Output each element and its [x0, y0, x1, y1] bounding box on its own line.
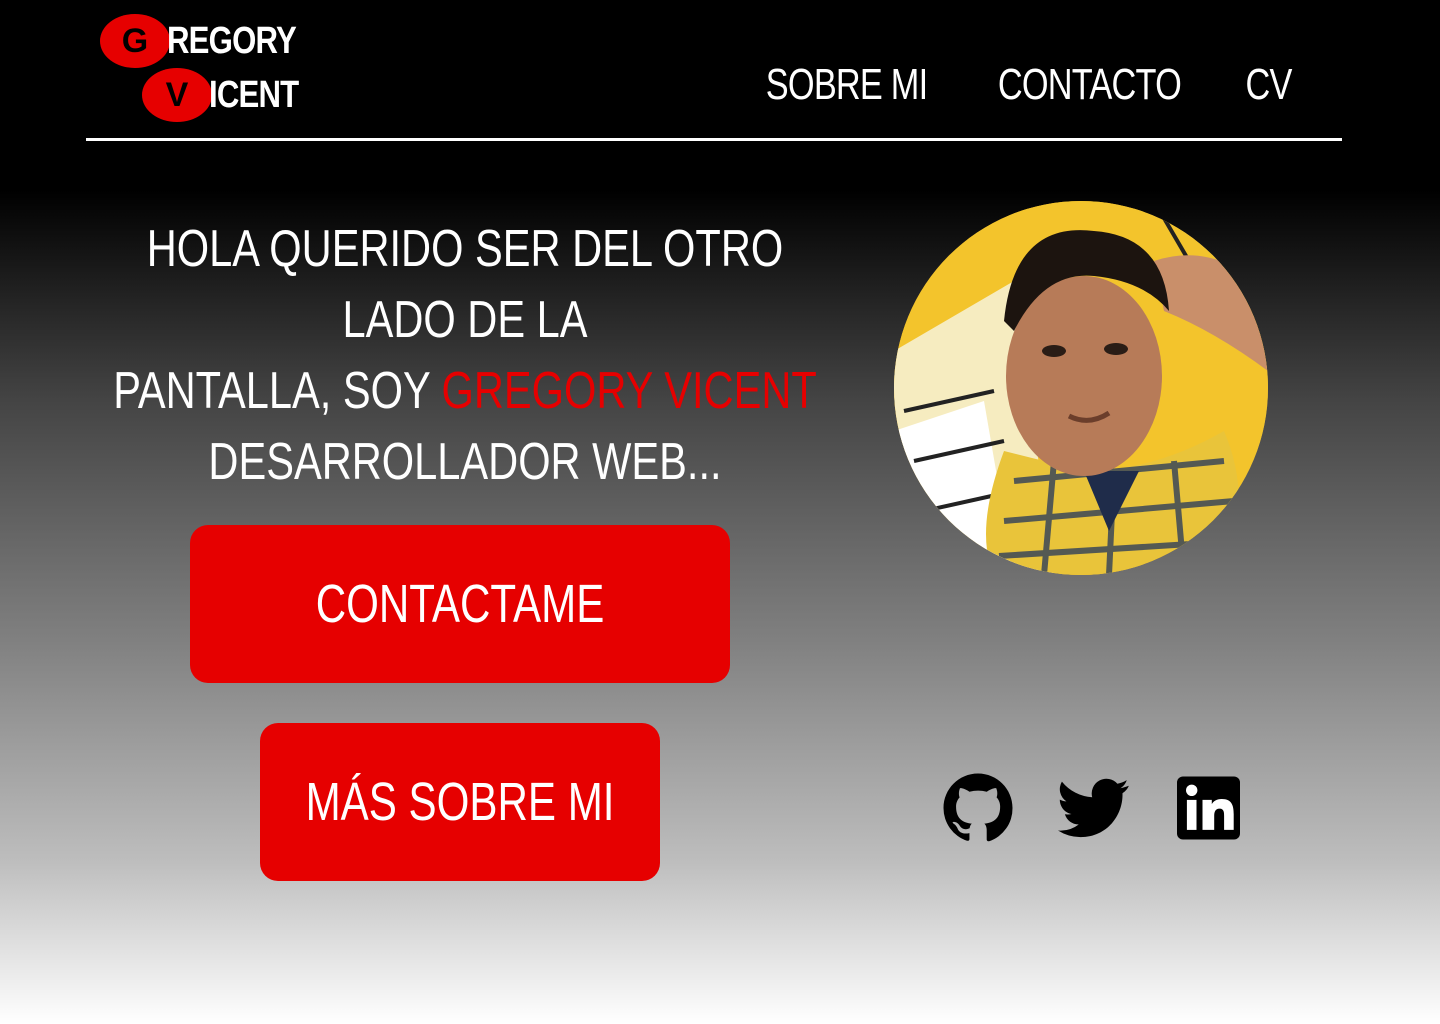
hero-line-1: HOLA QUERIDO SER DEL OTRO LADO DE LA [146, 220, 784, 349]
hero-line-2: PANTALLA, SOY GREGORY VICENT [89, 356, 841, 427]
logo-line-second: V ICENT [142, 68, 318, 122]
hero-line-3: DESARROLLADOR WEB... [208, 433, 722, 491]
nav-link-sobre-mi[interactable]: SOBRE MI [766, 60, 928, 110]
contact-button[interactable]: CONTACTAME [190, 525, 730, 683]
contact-button-label: CONTACTAME [315, 574, 605, 634]
hero-name-highlight: GREGORY VICENT [441, 362, 817, 420]
logo-initial-g: G [100, 14, 170, 68]
more-about-me-button[interactable]: MÁS SOBRE MI [260, 723, 660, 881]
logo-line-first: G REGORY [100, 14, 324, 68]
more-about-me-button-label: MÁS SOBRE MI [305, 772, 615, 832]
twitter-link[interactable] [1058, 772, 1130, 844]
logo-text-first: REGORY [167, 19, 297, 62]
logo[interactable]: G REGORY V ICENT [100, 14, 330, 126]
nav-link-cv[interactable]: CV [1245, 60, 1292, 110]
profile-photo [894, 201, 1268, 575]
linkedin-link[interactable] [1174, 772, 1246, 844]
site-header: G REGORY V ICENT SOBRE MI CONTACTO CV [86, 0, 1342, 141]
github-icon [943, 773, 1013, 842]
nav-link-contacto[interactable]: CONTACTO [998, 60, 1182, 110]
main-nav: SOBRE MI CONTACTO CV [743, 60, 1298, 110]
linkedin-icon [1177, 776, 1240, 840]
social-links [942, 772, 1246, 844]
logo-text-second: ICENT [209, 73, 299, 116]
twitter-icon [1058, 778, 1129, 838]
hero-line-2-prefix: PANTALLA, SOY [113, 362, 442, 420]
github-link[interactable] [942, 772, 1014, 844]
hero-heading: HOLA QUERIDO SER DEL OTRO LADO DE LA PAN… [90, 214, 840, 498]
profile-photo-illustration [894, 201, 1268, 575]
logo-initial-v: V [142, 68, 212, 122]
